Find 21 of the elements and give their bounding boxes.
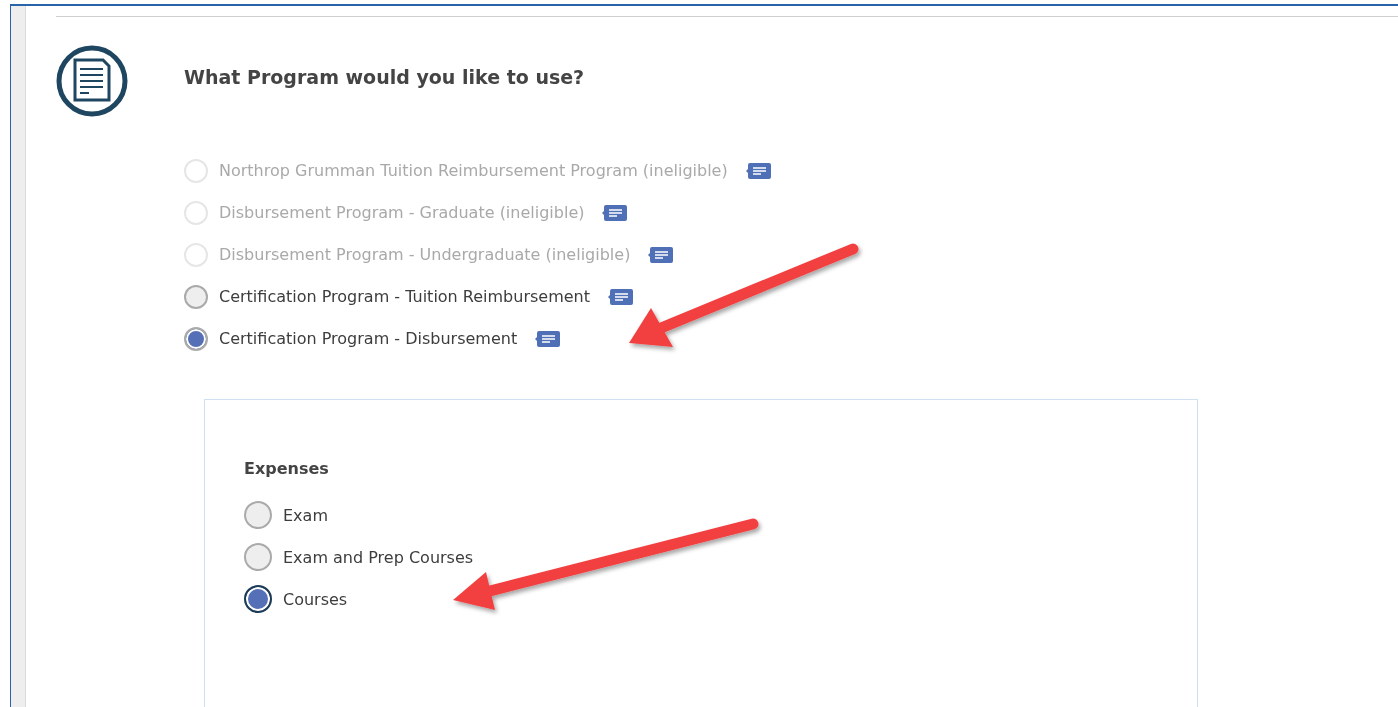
option-label: Exam	[283, 505, 328, 525]
radio-button[interactable]	[244, 585, 272, 613]
comment-icon[interactable]	[608, 287, 634, 306]
radio-button[interactable]	[244, 543, 272, 571]
comment-icon[interactable]	[602, 203, 629, 222]
comment-icon[interactable]	[648, 245, 675, 264]
document-icon	[56, 45, 128, 117]
option-label: Certification Program - Disbursement	[219, 329, 518, 348]
comment-icon[interactable]	[745, 161, 772, 180]
option-label: Northrop Grumman Tuition Reimbursement Program (ineligible)	[219, 161, 728, 180]
option-label: Exam and Prep Courses	[283, 547, 474, 567]
option-label: Disbursement Program - Undergraduate (ineligible)	[219, 245, 631, 264]
option-label: Courses	[283, 589, 348, 609]
radio-button[interactable]	[244, 501, 272, 529]
radio-button[interactable]	[184, 284, 208, 309]
option-label: Disbursement Program - Graduate (ineligible)	[219, 203, 585, 222]
question-title: What Program would you like to use?	[184, 66, 585, 88]
comment-icon[interactable]	[535, 329, 562, 348]
option-label: Certification Program - Tuition Reimbursement	[219, 287, 590, 306]
radio-button[interactable]	[184, 326, 208, 351]
expenses-title: Expenses	[244, 459, 330, 478]
